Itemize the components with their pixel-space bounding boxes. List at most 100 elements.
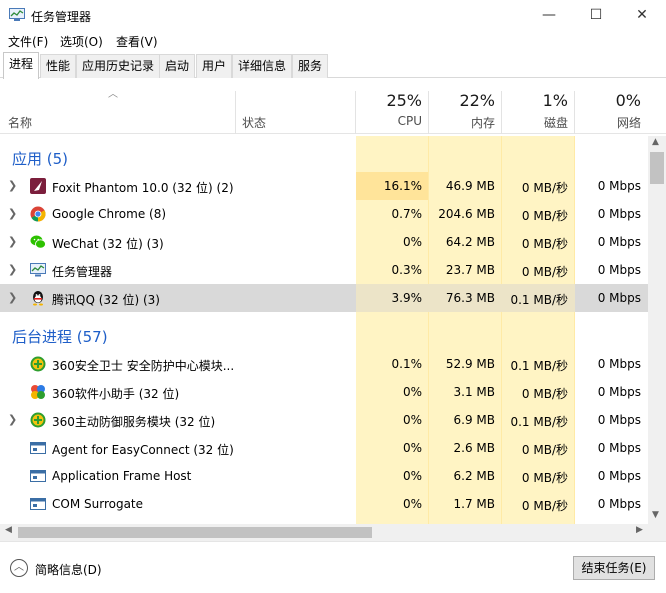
menu-view[interactable]: 查看(V) [116,33,158,50]
memory-total[interactable]: 22% [425,91,495,110]
tab-services[interactable]: 服务 [292,54,329,78]
chevron-up-icon[interactable]: ︿ [10,559,28,577]
chevron-right-icon[interactable]: ❯ [8,413,17,426]
network-value: 0 Mbps [597,441,641,455]
chrome-icon [30,206,46,222]
tab-app-history[interactable]: 应用历史记录 [76,54,161,78]
group-header-apps: 应用 (5) [0,144,648,172]
process-name: 360安全卫士 安全防护中心模块... [52,359,235,373]
table-row[interactable]: ❯ 360主动防御服务模块 (32 位) 0% 6.9 MB 0.1 MB/秒 … [0,406,648,434]
cpu-value: 0% [402,441,422,455]
memory-value: 76.3 MB [445,291,495,305]
table-row[interactable]: 360安全卫士 安全防护中心模块... 0.1% 52.9 MB 0.1 MB/… [0,350,648,378]
menu-file[interactable]: 文件(F) [8,33,48,50]
network-value: 0 Mbps [597,497,641,511]
table-row[interactable]: Agent for EasyConnect (32 位) 0% 2.6 MB 0… [0,434,648,462]
network-value: 0 Mbps [597,469,641,483]
chevron-right-icon[interactable]: ❯ [8,207,17,220]
table-row[interactable]: ❯ Google Chrome (8) 0.7% 204.6 MB 0 MB/秒… [0,200,648,228]
window-icon [30,470,46,482]
tab-users[interactable]: 用户 [196,54,233,78]
column-status[interactable]: 状态 [242,114,266,131]
column-cpu[interactable]: CPU [352,114,422,128]
disk-value: 0.1 MB/秒 [510,415,568,429]
minimize-button[interactable]: — [526,0,572,31]
table-row[interactable]: ❯ 任务管理器 0.3% 23.7 MB 0 MB/秒 0 Mbps [0,256,648,284]
table-row[interactable]: COM Surrogate 0% 1.7 MB 0 MB/秒 0 Mbps [0,490,648,518]
network-value: 0 Mbps [597,357,641,371]
cpu-value: 0% [402,235,422,249]
disk-total[interactable]: 1% [498,91,568,110]
disk-value: 0 MB/秒 [521,443,568,457]
tab-performance[interactable]: 性能 [40,54,77,78]
memory-value: 64.2 MB [445,235,495,249]
disk-value: 0.1 MB/秒 [510,293,568,307]
sort-up-icon: ︿ [108,89,118,100]
table-row[interactable]: 360软件小助手 (32 位) 0% 3.1 MB 0 MB/秒 0 Mbps [0,378,648,406]
window-icon [30,498,46,510]
column-network[interactable]: 网络 [571,114,641,131]
network-total[interactable]: 0% [571,91,641,110]
column-divider[interactable] [235,91,236,134]
process-name: Foxit Phantom 10.0 (32 位) (2) [52,181,234,195]
group-title: 应用 (5) [12,150,69,168]
title-bar: 任务管理器 — ☐ ✕ [0,0,666,31]
fewer-details-link[interactable]: 简略信息(D) [35,561,102,578]
cpu-total[interactable]: 25% [352,91,422,110]
memory-value: 1.7 MB [453,497,495,511]
scroll-right-icon[interactable]: ▶ [636,525,643,535]
network-value: 0 Mbps [597,235,641,249]
network-value: 0 Mbps [597,291,641,305]
scroll-thumb[interactable] [650,152,664,184]
end-task-button[interactable]: 结束任务(E) [573,556,655,580]
tab-startup[interactable]: 启动 [159,54,196,78]
chevron-right-icon[interactable]: ❯ [8,179,17,192]
scroll-down-icon[interactable]: ▼ [652,510,659,520]
process-name: WeChat (32 位) (3) [52,237,164,251]
memory-value: 3.1 MB [453,385,495,399]
table-row[interactable]: ❯ WeChat (32 位) (3) 0% 64.2 MB 0 MB/秒 0 … [0,228,648,256]
memory-value: 6.9 MB [453,413,495,427]
scroll-up-icon[interactable]: ▲ [652,137,659,147]
process-name: 任务管理器 [52,265,113,279]
process-name: Application Frame Host [52,469,192,483]
column-memory[interactable]: 内存 [425,114,495,131]
scroll-left-icon[interactable]: ◀ [5,525,12,535]
scroll-thumb[interactable] [18,527,372,538]
window-title: 任务管理器 [31,10,92,24]
memory-value: 23.7 MB [445,263,495,277]
tab-bar: 进程 性能 应用历史记录 启动 用户 详细信息 服务 [0,52,666,79]
column-disk[interactable]: 磁盘 [498,114,568,131]
scroll-corner [648,524,666,541]
disk-value: 0 MB/秒 [521,471,568,485]
table-row[interactable]: Application Frame Host 0% 6.2 MB 0 MB/秒 … [0,462,648,490]
disk-value: 0.1 MB/秒 [510,359,568,373]
chevron-right-icon[interactable]: ❯ [8,263,17,276]
chevron-right-icon[interactable]: ❯ [8,291,17,304]
memory-value: 204.6 MB [438,207,495,221]
group-header-background: 后台进程 (57) [0,322,648,350]
window-icon [30,442,46,454]
cpu-value: 0.3% [391,263,423,277]
disk-value: 0 MB/秒 [521,387,568,401]
menu-options[interactable]: 选项(O) [60,33,103,50]
maximize-button[interactable]: ☐ [573,0,619,31]
vertical-scrollbar[interactable]: ▲ ▼ [648,136,666,524]
column-name[interactable]: 名称 [8,114,32,131]
cpu-value: 0% [402,469,422,483]
memory-value: 2.6 MB [453,441,495,455]
task-manager-icon [30,263,46,277]
horizontal-scrollbar[interactable]: ◀ ▶ [0,524,648,541]
table-row[interactable]: ❯ 腾讯QQ (32 位) (3) 3.9% 76.3 MB 0.1 MB/秒 … [0,284,648,312]
chevron-right-icon[interactable]: ❯ [8,235,17,248]
360-icon [30,412,46,428]
menu-bar: 文件(F) 选项(O) 查看(V) [0,31,666,51]
table-row[interactable]: ❯ Foxit Phantom 10.0 (32 位) (2) 16.1% 46… [0,172,648,200]
memory-value: 52.9 MB [445,357,495,371]
group-title: 后台进程 (57) [12,328,108,346]
memory-value: 6.2 MB [453,469,495,483]
tab-processes[interactable]: 进程 [3,52,40,79]
close-button[interactable]: ✕ [619,0,665,31]
cpu-value: 0.1% [391,357,423,371]
tab-details[interactable]: 详细信息 [232,54,293,78]
